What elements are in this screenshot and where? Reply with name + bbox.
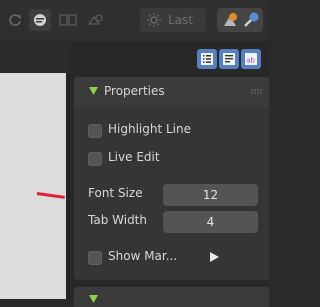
line-numbers-toggle[interactable] — [197, 49, 217, 69]
show-margin-checkbox[interactable] — [88, 251, 102, 265]
script-icon[interactable] — [29, 9, 51, 31]
expand-arrow-icon[interactable] — [210, 252, 219, 262]
word-wrap-icon — [223, 53, 235, 65]
pattern-icon[interactable] — [57, 9, 79, 31]
syntax-highlight-toggle[interactable]: ab — [241, 49, 261, 69]
drag-grip-icon[interactable] — [251, 89, 263, 95]
refresh-icon[interactable] — [6, 9, 24, 31]
area-separator[interactable] — [66, 73, 70, 299]
line-numbers-icon — [201, 53, 213, 65]
last-button[interactable]: Last — [140, 8, 206, 32]
header-bar: Last — [0, 0, 269, 41]
properties-panel-header[interactable]: Properties — [74, 77, 269, 107]
ik-bone-icon[interactable] — [220, 10, 240, 30]
live-edit-checkbox[interactable] — [88, 152, 102, 166]
highlight-line-label: Highlight Line — [108, 122, 191, 136]
tab-width-field[interactable]: 4 — [163, 211, 258, 233]
live-edit-label: Live Edit — [108, 150, 160, 164]
font-size-field[interactable]: 12 — [163, 184, 258, 206]
view-toggle-group: ab — [197, 49, 261, 69]
fk-bone-icon[interactable] — [241, 10, 261, 30]
cursor-marker — [36, 192, 65, 199]
show-margin-label: Show Mar... — [108, 249, 178, 263]
tab-width-label: Tab Width — [88, 213, 147, 227]
sun-icon — [147, 13, 161, 27]
font-size-label: Font Size — [88, 186, 143, 200]
last-label: Last — [168, 13, 193, 27]
collapse-triangle-icon — [89, 295, 98, 303]
text-editor-area[interactable] — [0, 73, 66, 299]
ik-toggle-group — [217, 8, 263, 32]
syntax-highlight-icon: ab — [245, 53, 257, 65]
next-panel-header[interactable] — [74, 287, 269, 307]
highlight-line-checkbox[interactable] — [88, 124, 102, 138]
svg-text:ab: ab — [246, 57, 255, 65]
properties-title: Properties — [104, 84, 165, 98]
linked-icon[interactable] — [84, 9, 106, 31]
word-wrap-toggle[interactable] — [219, 49, 239, 69]
collapse-triangle-icon — [89, 87, 98, 95]
